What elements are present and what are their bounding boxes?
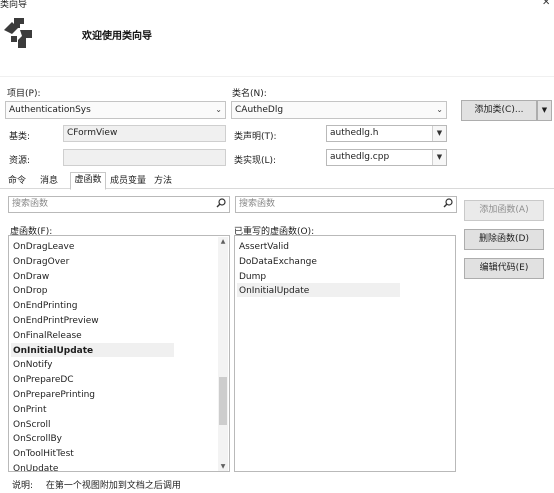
overridden-functions-list[interactable]: AssertValid DoDataExchange Dump OnInitialUp… [234, 235, 456, 472]
header-divider [0, 76, 554, 77]
dropdown-arrow-icon[interactable]: ▼ [432, 126, 446, 141]
search-icon [216, 198, 226, 208]
classname-value: CAutheDlg [235, 105, 284, 115]
list-item[interactable]: OnScrollBy [13, 432, 62, 446]
class-impl-value: authedlg.cpp [330, 152, 390, 162]
tab-methods[interactable]: 方法 [150, 173, 176, 189]
list-item[interactable]: OnNotify [13, 358, 52, 372]
dropdown-arrow-icon[interactable]: ▼ [432, 150, 446, 165]
classname-dropdown[interactable]: CAutheDlg ⌄ [231, 101, 447, 119]
list-item[interactable]: OnFinalRelease [13, 329, 82, 343]
title-bar: 类向导 ✕ [0, 0, 554, 10]
search-input-virtual[interactable]: 搜索函数 [8, 196, 230, 213]
edit-code-button[interactable]: 编辑代码(E) [464, 258, 544, 279]
resource-label: 资源: [9, 156, 31, 166]
vertical-scrollbar[interactable]: ▲ ▼ [218, 237, 228, 471]
add-class-dropdown-arrow[interactable]: ▼ [537, 100, 552, 121]
resource-field [63, 149, 226, 166]
list-item[interactable]: OnPreparePrinting [13, 388, 95, 402]
list-item[interactable]: OnDraw [13, 270, 49, 284]
base-class-field: CFormView [63, 125, 226, 142]
close-icon[interactable]: ✕ [542, 0, 550, 8]
add-class-button[interactable]: 添加类(C)... [461, 100, 537, 121]
class-wizard-icon [2, 16, 36, 52]
class-impl-label: 类实现(L): [234, 156, 277, 166]
list-item[interactable]: OnEndPrinting [13, 299, 78, 313]
list-item[interactable]: AssertValid [239, 240, 289, 254]
class-decl-label: 类声明(T): [234, 132, 277, 142]
status-text: 在第一个视图附加到文档之后调用 [45, 481, 181, 491]
chevron-down-icon: ⌄ [436, 105, 443, 114]
search-input-overridden[interactable]: 搜索函数 [235, 196, 457, 213]
list-item[interactable]: OnDrop [13, 284, 47, 298]
tab-member-variables[interactable]: 成员变量 [108, 173, 148, 189]
list-item[interactable]: DoDataExchange [239, 255, 317, 269]
add-function-button[interactable]: 添加函数(A) [464, 200, 544, 221]
list-item[interactable]: OnInitialUpdate [13, 344, 93, 358]
list-item[interactable]: OnDragOver [13, 255, 69, 269]
scroll-down-icon[interactable]: ▼ [218, 462, 228, 471]
list-item[interactable]: OnPrint [13, 403, 47, 417]
list-item[interactable]: OnDragLeave [13, 240, 74, 254]
scroll-up-icon[interactable]: ▲ [218, 237, 228, 247]
page-title: 欢迎使用类向导 [82, 31, 152, 42]
project-value: AuthenticationSys [9, 105, 91, 115]
status-bar: 说明: 在第一个视图附加到文档之后调用 [12, 478, 181, 491]
list-item[interactable]: OnInitialUpdate [239, 284, 309, 298]
base-class-label: 基类: [9, 132, 31, 142]
classname-label: 类名(N): [232, 89, 267, 99]
delete-function-button[interactable]: 删除函数(D) [464, 229, 544, 250]
tab-messages[interactable]: 消息 [36, 173, 62, 189]
virtual-functions-list[interactable]: ▲ ▼ OnDragLeave OnDragOver OnDraw OnDrop OnE… [8, 235, 230, 472]
window-title: 类向导 [0, 0, 28, 10]
search-placeholder: 搜索函数 [12, 199, 49, 209]
list-item[interactable]: OnScroll [13, 418, 50, 432]
class-decl-value: authedlg.h [330, 128, 379, 138]
list-item[interactable]: OnEndPrintPreview [13, 314, 99, 328]
tab-commands[interactable]: 命令 [4, 173, 30, 189]
list-item[interactable]: OnPrepareDC [13, 373, 74, 387]
list-item[interactable]: OnUpdate [13, 462, 58, 471]
search-placeholder: 搜索函数 [239, 199, 276, 209]
status-label: 说明: [12, 481, 34, 491]
chevron-down-icon: ⌄ [215, 105, 222, 114]
search-icon [443, 198, 453, 208]
list-item[interactable]: Dump [239, 270, 266, 284]
tab-virtual-functions[interactable]: 虚函数 [70, 172, 106, 190]
project-dropdown[interactable]: AuthenticationSys ⌄ [5, 101, 226, 119]
class-decl-combo[interactable]: authedlg.h ▼ [326, 125, 447, 142]
class-impl-combo[interactable]: authedlg.cpp ▼ [326, 149, 447, 166]
list-item[interactable]: OnToolHitTest [13, 447, 74, 461]
scroll-thumb[interactable] [219, 377, 227, 426]
project-label: 项目(P): [7, 89, 41, 99]
